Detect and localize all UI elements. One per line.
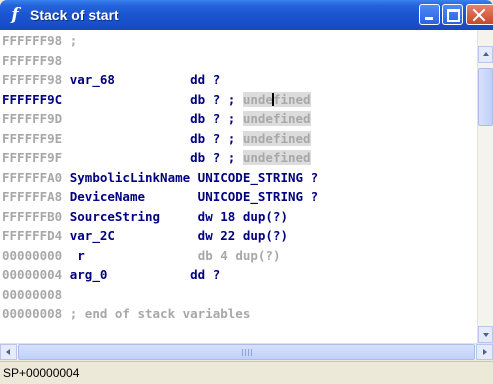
maximize-button[interactable]: [442, 4, 463, 25]
line-address: FFFFFFA0: [2, 169, 63, 185]
stack-listing[interactable]: FFFFFF98 ; FFFFFF98 FFFFFF98 var_68 dd ? FF…: [0, 30, 477, 343]
line-code: ;: [62, 33, 78, 48]
line-comment: undefined: [242, 111, 311, 126]
listing-line[interactable]: FFFFFFA0 SymbolicLinkName UNICODE_STRING…: [2, 169, 318, 186]
arrow-up-icon: [483, 52, 489, 56]
scroll-down-button[interactable]: [478, 326, 493, 343]
line-address: FFFFFF98: [2, 52, 63, 68]
scroll-left-button[interactable]: [0, 344, 17, 360]
line-code: r: [62, 247, 198, 263]
line-address: FFFFFF98: [2, 33, 63, 48]
listing-line[interactable]: 00000008: [2, 286, 62, 303]
line-address: FFFFFFD4: [2, 228, 63, 243]
line-address: FFFFFF9F: [2, 150, 63, 165]
horizontal-scroll-thumb[interactable]: [18, 344, 475, 360]
grip-icon: [242, 349, 254, 356]
line-comment: undefined: [242, 91, 311, 107]
listing-line[interactable]: FFFFFF98 var_68 dd ?: [2, 71, 220, 88]
line-code: db ? ;: [62, 111, 243, 126]
line-code: db ? ;: [62, 150, 243, 165]
line-comment: undefined: [242, 130, 311, 146]
line-comment: undefined: [242, 150, 311, 165]
listing-line[interactable]: 00000008 ; end of stack variables: [2, 305, 250, 322]
title-bar[interactable]: f Stack of start: [0, 0, 493, 30]
status-position: SP+00000004: [3, 366, 80, 380]
line-address: 00000008: [2, 306, 63, 321]
arrow-right-icon: [483, 349, 487, 355]
listing-line[interactable]: 00000004 arg_0 dd ?: [2, 266, 220, 283]
line-code: db ? ;: [62, 130, 243, 146]
horizontal-scrollbar[interactable]: [0, 343, 493, 360]
scroll-right-button[interactable]: [476, 344, 493, 360]
f-function-icon: f: [11, 5, 19, 25]
scroll-up-button[interactable]: [478, 46, 493, 63]
listing-line[interactable]: FFFFFF9F db ? ; undefined: [2, 149, 311, 166]
line-code: ; end of stack variables: [62, 306, 251, 321]
line-code: var_2C dw 22 dup(?): [62, 228, 288, 243]
minimize-button[interactable]: [419, 4, 440, 25]
text-caret: [271, 92, 274, 106]
listing-line[interactable]: FFFFFF98: [2, 52, 62, 69]
arrow-left-icon: [6, 349, 10, 355]
line-address: FFFFFF98: [2, 72, 63, 87]
line-code-tail: db 4 dup(?): [197, 247, 281, 263]
close-button[interactable]: [466, 4, 493, 25]
line-code: db ? ;: [62, 91, 243, 107]
line-address: FFFFFF9C: [2, 91, 63, 107]
line-address: 00000008: [2, 286, 63, 302]
line-address: FFFFFFB0: [2, 208, 63, 224]
vertical-scrollbar[interactable]: [477, 30, 493, 343]
listing-line[interactable]: FFFFFF9E db ? ; undefined: [2, 130, 311, 147]
line-code: SymbolicLinkName UNICODE_STRING ?: [62, 169, 319, 185]
listing-line[interactable]: FFFFFFB0 SourceString dw 18 dup(?): [2, 208, 288, 225]
line-code: arg_0 dd ?: [62, 267, 221, 282]
line-code: SourceString dw 18 dup(?): [62, 208, 288, 224]
listing-line[interactable]: FFFFFFA8 DeviceName UNICODE_STRING ?: [2, 188, 318, 205]
line-code: DeviceName UNICODE_STRING ?: [62, 189, 319, 204]
line-address: FFFFFF9E: [2, 130, 63, 146]
line-code: var_68 dd ?: [62, 72, 221, 87]
arrow-down-icon: [483, 333, 489, 337]
line-address: FFFFFFA8: [2, 189, 63, 204]
window-title: Stack of start: [30, 7, 119, 23]
listing-line[interactable]: FFFFFF98 ;: [2, 32, 77, 49]
listing-line[interactable]: 00000000 r db 4 dup(?): [2, 247, 280, 264]
listing-line[interactable]: FFFFFF9C db ? ; undefined: [2, 91, 311, 108]
listing-line[interactable]: FFFFFF9D db ? ; undefined: [2, 110, 311, 127]
line-address: 00000004: [2, 267, 63, 282]
stack-window: f Stack of start FFFFFF98 ; FFFFFF98 FFFFF…: [0, 0, 493, 384]
line-address: 00000000: [2, 247, 63, 263]
line-address: FFFFFF9D: [2, 111, 63, 126]
vertical-scroll-thumb[interactable]: [478, 68, 493, 126]
status-bar: SP+00000004: [0, 361, 493, 384]
listing-line[interactable]: FFFFFFD4 var_2C dw 22 dup(?): [2, 227, 288, 244]
